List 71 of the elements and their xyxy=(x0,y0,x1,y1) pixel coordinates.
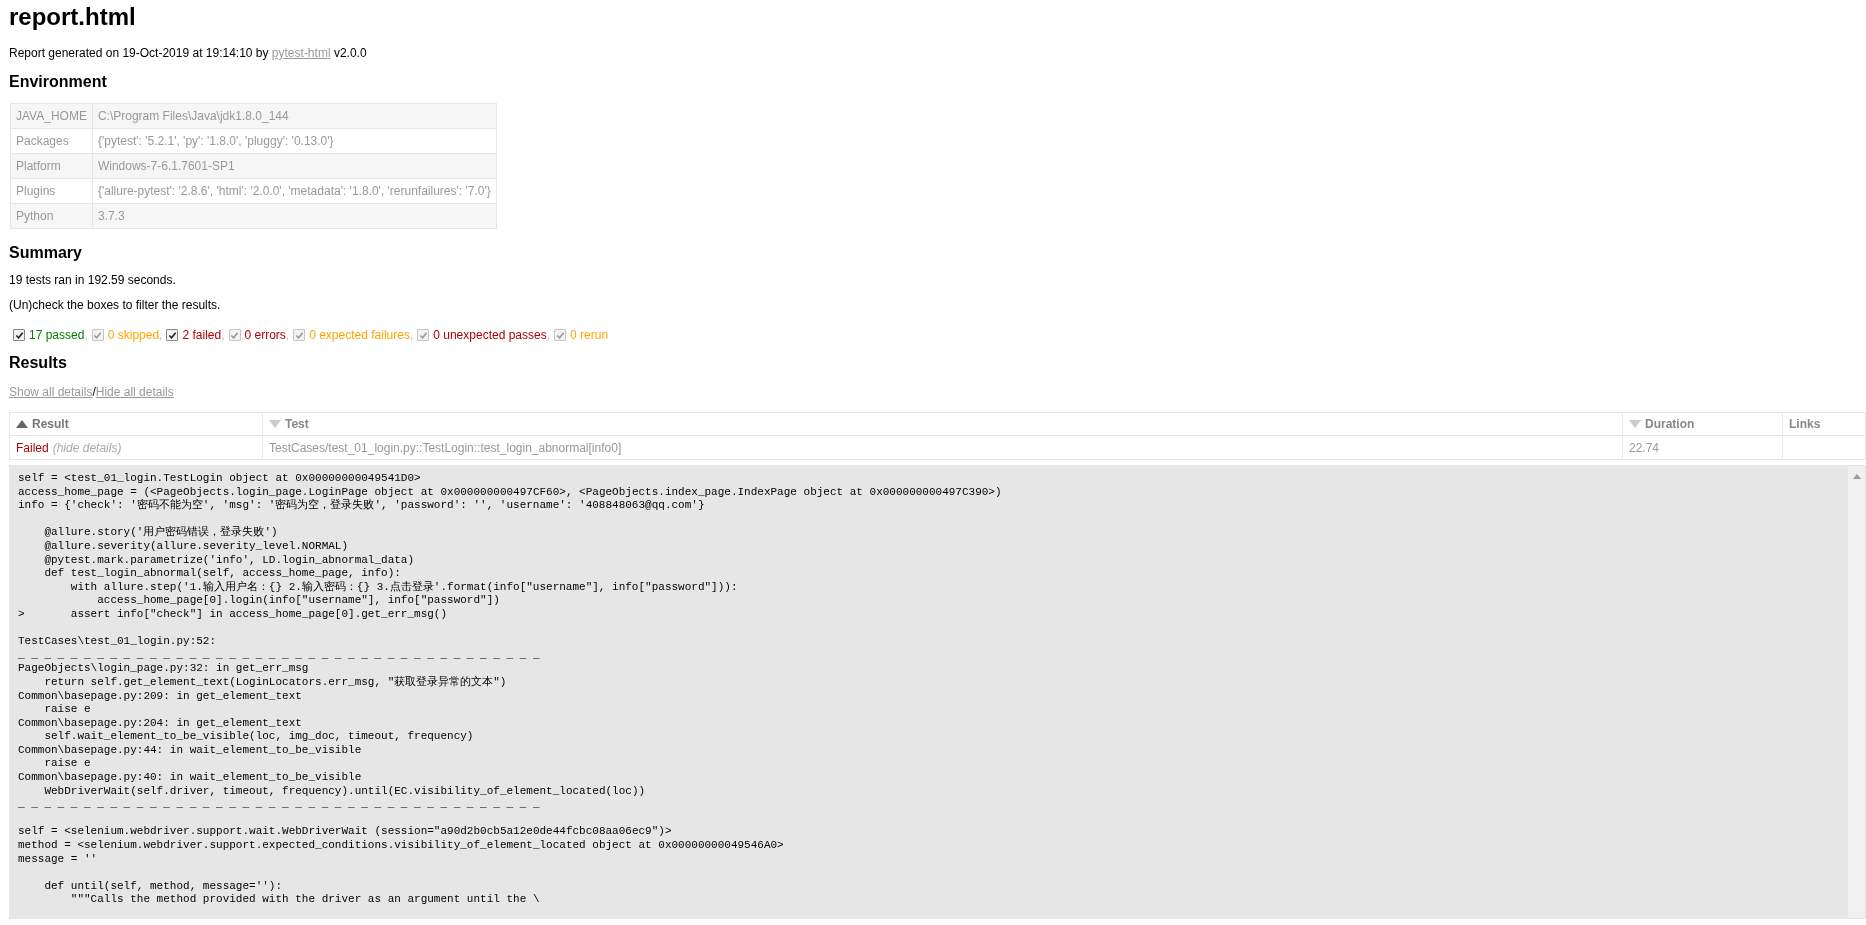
page-title: report.html xyxy=(9,2,137,31)
log-line: PageObjects\login_page.py:32: in get_err_msg xyxy=(18,662,310,676)
filter-hint-text: (Un)check the boxes to filter the results. xyxy=(9,297,222,313)
log-line: WebDriverWait(self.driver, timeout, frequency).until(EC.visibility_of_element_located(loc)) xyxy=(43,784,647,799)
filter-checkbox[interactable] xyxy=(166,329,179,341)
log-line: self = <selenium.webdriver.support.wait.WebDriverWait (session="a90d2b0cb5a12e0de44fcbc08aa06ec9")> xyxy=(18,825,673,840)
log-line: raise e xyxy=(43,757,92,772)
log-line: @allure.severity(allure.severity_level.NORMAL) xyxy=(43,539,350,554)
log-line: self.wait_element_to_be_visible(loc, img_doc, timeout, frequency) xyxy=(43,730,475,744)
scrollbar[interactable] xyxy=(1848,466,1865,918)
log-line: access_home_page = (<PageObjects.login_page.LoginPage object at 0x000000000497CF60>, <PageObjects.index_page.IndexPage object at 0x000000000497C390>) xyxy=(18,485,1003,499)
log-line: access_home_page[0].login(info["username"], info["password"]) xyxy=(96,594,501,608)
environment-key-cell: JAVA_HOME xyxy=(10,103,93,129)
environment-key-cell: Plugins xyxy=(10,178,93,204)
environment-value-cell: C:\Program Files\Java\jdk1.8.0_144 xyxy=(92,103,497,129)
log-line: """Calls the method provided with the driver as an argument until the \ xyxy=(69,893,541,907)
log-line: info = {'check': '密码不能为空', 'msg': '密码为空，登录失败', 'password': '', 'username': '408848063@qq.com'} xyxy=(18,499,706,513)
log-line: Common\basepage.py:209: in get_element_text xyxy=(18,689,303,704)
environment-heading: Environment xyxy=(9,72,108,92)
environment-value-cell: Windows-7-6.1.7601-SP1 xyxy=(92,153,497,179)
log-line: raise e xyxy=(43,703,92,717)
column-header[interactable]: Result xyxy=(10,412,263,436)
log-line: return self.get_element_text(LoginLocators.err_msg, "获取登录异常的文本") xyxy=(43,675,508,690)
comma-text: , xyxy=(84,328,88,342)
log-line: > assert info["check"] in access_home_page[0].get_err_msg() xyxy=(18,607,449,622)
log-line: with allure.step('1.输入用户名：{} 2.输入密码：{} 3.点击登录'.format(info["username"], info["password"])): xyxy=(69,580,739,595)
comma-text: , xyxy=(546,328,551,342)
filter-label: 0 expected failures xyxy=(309,328,410,342)
hide-all-details-link[interactable]: Hide all details xyxy=(95,385,174,399)
log-line: method = <selenium.webdriver.support.expected_conditions.visibility_of_element_located object at 0x00000000049546A0> xyxy=(18,839,785,853)
log-line: Common\basepage.py:40: in wait_element_to_be_visible xyxy=(18,771,363,785)
comma-text: , xyxy=(221,328,225,342)
log-line: self = <test_01_login.TestLogin object at 0x00000000049541D0> xyxy=(18,472,422,486)
comma-text: , xyxy=(409,328,414,342)
column-header[interactable]: Test xyxy=(263,412,1623,436)
environment-key-cell: Packages xyxy=(10,128,93,154)
hide-details-link[interactable]: (hide details) xyxy=(52,440,122,455)
results-heading: Results xyxy=(9,353,68,373)
separator-text: / xyxy=(92,385,96,399)
log-line: Common\basepage.py:44: in wait_element_to_be_visible xyxy=(18,743,363,758)
column-header[interactable]: Links xyxy=(1783,412,1866,436)
tests-ran-text: 19 tests ran in 192.59 seconds. xyxy=(9,272,177,288)
test-name-cell: TestCases/test_01_login.py::TestLogin::test_login_abnormal[info0] xyxy=(263,436,1623,460)
filter-label: 0 unexpected passes xyxy=(433,328,547,342)
pytest-html-link[interactable]: pytest-html xyxy=(271,46,331,60)
log-line: message = '' xyxy=(18,852,99,867)
log-line: def test_login_abnormal(self, access_home_page, info): xyxy=(43,567,402,581)
log-line: _ _ _ _ _ _ _ _ _ _ _ _ _ _ _ _ _ _ _ _ _ _ _ _ _ _ _ _ _ _ _ _ _ _ _ _ _ _ _ _ xyxy=(18,798,541,812)
filter-checkbox[interactable] xyxy=(13,329,25,341)
log-line: TestCases\test_01_login.py:52: xyxy=(18,635,218,649)
environment-key-cell: Python xyxy=(10,203,93,229)
filter-label: 0 errors xyxy=(244,328,286,342)
result-cell: Failed (hide details) xyxy=(10,436,263,460)
filter-label: 0 rerun xyxy=(570,328,609,342)
comma-text: , xyxy=(285,328,290,342)
report-generated-text: Report generated on 19-Oct-2019 at 19:14:10 by pytest-html v2.0.0 xyxy=(9,46,368,60)
log-line: def until(self, method, message=''): xyxy=(43,879,284,894)
duration-cell: 22.74 xyxy=(1623,436,1783,460)
scroll-up-icon[interactable] xyxy=(1852,474,1861,479)
comma-text: , xyxy=(159,328,163,342)
log-line: @pytest.mark.parametrize('info', LD.login_abnormal_data) xyxy=(43,553,416,568)
environment-value-cell: 3.7.3 xyxy=(92,203,497,229)
environment-value-cell: {'pytest': '5.2.1', 'py': '1.8.0', 'pluggy': '0.13.0'} xyxy=(92,128,497,154)
show-all-details-link[interactable]: Show all details xyxy=(9,385,93,399)
log-line: _ _ _ _ _ _ _ _ _ _ _ _ _ _ _ _ _ _ _ _ _ _ _ _ _ _ _ _ _ _ _ _ _ _ _ _ _ _ _ _ xyxy=(18,648,541,663)
log-line: @allure.story('用户密码错误，登录失败') xyxy=(43,526,279,540)
column-header[interactable]: Duration xyxy=(1623,412,1783,436)
summary-heading: Summary xyxy=(9,243,83,263)
environment-key-cell: Platform xyxy=(10,153,93,179)
environment-value-cell: {'allure-pytest': '2.8.6', 'html': '2.0.0', 'metadata': '1.8.0', 'rerunfailures': '7.0'} xyxy=(92,178,497,204)
log-line: Common\basepage.py:204: in get_element_text xyxy=(18,716,303,731)
